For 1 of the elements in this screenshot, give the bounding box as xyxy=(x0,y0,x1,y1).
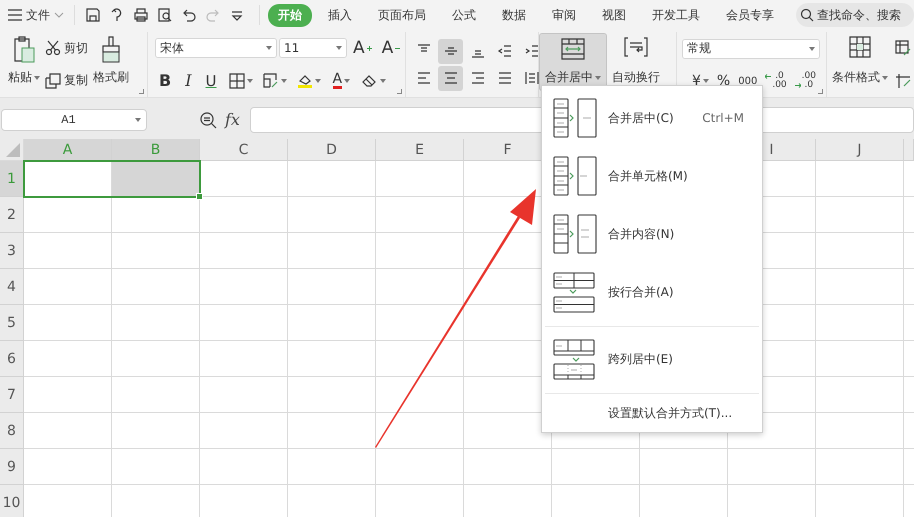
shortcut-label: Ctrl+M xyxy=(702,111,744,126)
